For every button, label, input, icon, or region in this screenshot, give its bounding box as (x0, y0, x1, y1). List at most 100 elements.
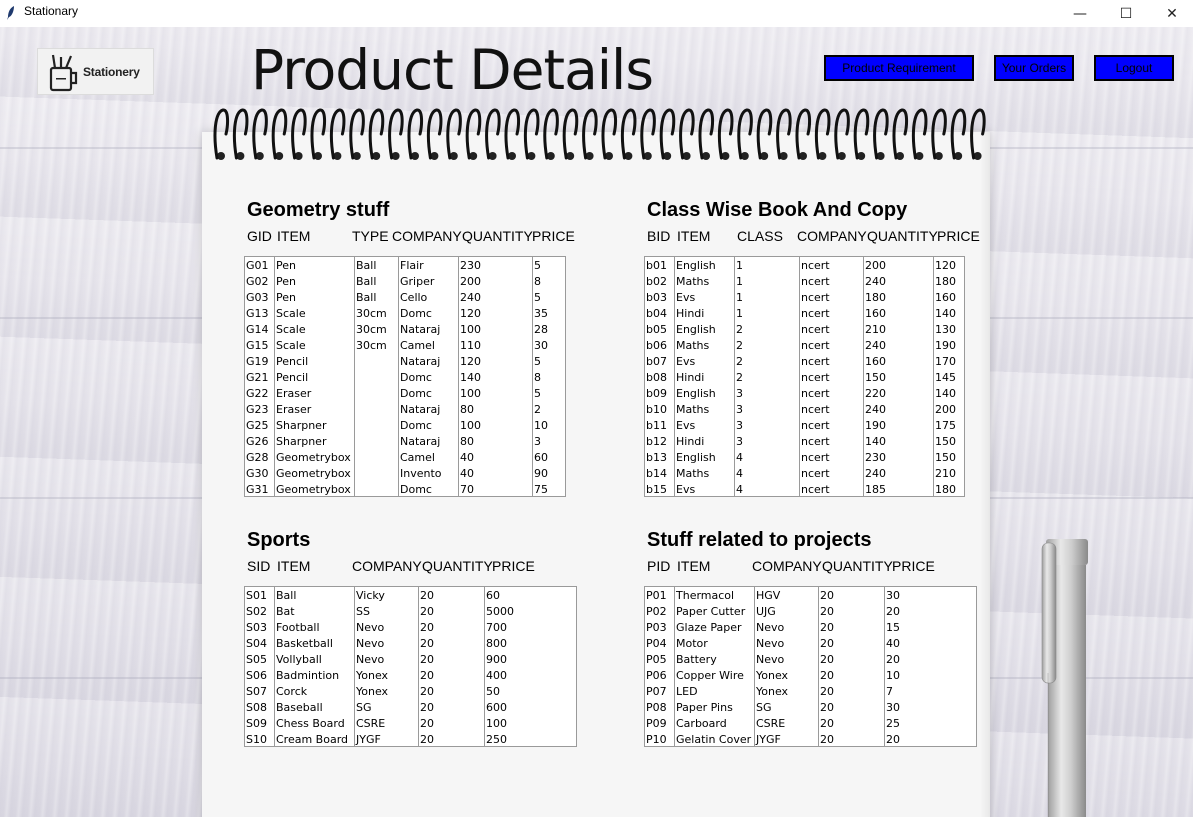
table-cell[interactable]: b02 (645, 274, 674, 290)
table-cell[interactable]: b08 (645, 370, 674, 386)
table-cell[interactable]: S07 (245, 684, 274, 700)
table-cell[interactable]: Eraser (275, 402, 354, 418)
table-cell[interactable]: SS (355, 604, 418, 620)
table-cell[interactable]: 50 (485, 684, 576, 700)
table-cell[interactable]: Nevo (755, 620, 818, 636)
table-cell[interactable]: English (675, 386, 734, 402)
your-orders-button[interactable]: Your Orders (994, 55, 1074, 81)
table-cell[interactable]: b05 (645, 322, 674, 338)
table-cell[interactable]: Scale (275, 322, 354, 338)
table-cell[interactable]: G23 (245, 402, 274, 418)
table-cell[interactable]: S02 (245, 604, 274, 620)
table-cell[interactable]: 100 (459, 322, 532, 338)
table-cell[interactable]: Nataraj (399, 402, 458, 418)
table-cell[interactable]: ncert (800, 386, 863, 402)
table-cell[interactable]: 10 (533, 418, 565, 434)
table-cell[interactable]: b03 (645, 290, 674, 306)
table-cell[interactable]: Domc (399, 370, 458, 386)
table-cell[interactable]: 250 (485, 732, 576, 746)
table-cell[interactable]: 900 (485, 652, 576, 668)
table-cell[interactable]: G15 (245, 338, 274, 354)
table-cell[interactable]: 130 (934, 322, 964, 338)
table-cell[interactable]: 80 (459, 402, 532, 418)
projects-column-4[interactable]: 30 20 15 40 20 10 7 30 25 20 (884, 586, 977, 747)
table-cell[interactable]: 30cm (355, 338, 398, 354)
table-cell[interactable]: 35 (533, 306, 565, 322)
table-cell[interactable]: 140 (934, 386, 964, 402)
table-cell[interactable]: 20 (419, 684, 484, 700)
table-cell[interactable]: ncert (800, 434, 863, 450)
close-button[interactable]: ✕ (1149, 0, 1193, 27)
table-cell[interactable]: 190 (934, 338, 964, 354)
sports-column-2[interactable]: Vicky SS Nevo Nevo Nevo Yonex Yonex SG CSRE JYGF (354, 586, 418, 747)
table-cell[interactable]: Evs (675, 418, 734, 434)
table-cell[interactable]: 20 (819, 732, 884, 746)
table-cell[interactable]: b06 (645, 338, 674, 354)
table-cell[interactable]: 1 (735, 290, 799, 306)
table-cell[interactable]: 3 (735, 402, 799, 418)
table-cell[interactable]: Camel (399, 338, 458, 354)
table-cell[interactable]: 600 (485, 700, 576, 716)
table-cell[interactable]: P07 (645, 684, 674, 700)
table-cell[interactable]: ncert (800, 418, 863, 434)
table-cell[interactable]: Domc (399, 482, 458, 496)
table-cell[interactable]: 1 (735, 274, 799, 290)
table-cell[interactable]: ncert (800, 322, 863, 338)
maximize-button[interactable]: ☐ (1103, 0, 1149, 27)
table-cell[interactable]: 3 (735, 418, 799, 434)
table-cell[interactable]: Evs (675, 482, 734, 496)
table-cell[interactable]: 20 (885, 732, 976, 746)
sports-column-0[interactable]: S01 S02 S03 S04 S05 S06 S07 S08 S09 S10 (244, 586, 274, 747)
table-cell[interactable]: P09 (645, 716, 674, 732)
table-cell[interactable]: Yonex (355, 668, 418, 684)
geometry-column-1[interactable]: Pen Pen Pen Scale Scale Scale Pencil Pencil Eras… (274, 256, 354, 497)
table-cell[interactable]: English (675, 258, 734, 274)
table-cell[interactable]: 70 (459, 482, 532, 496)
table-cell[interactable]: G28 (245, 450, 274, 466)
table-cell[interactable]: Carboard (675, 716, 754, 732)
table-cell[interactable]: Baseball (275, 700, 354, 716)
table-cell[interactable]: 185 (864, 482, 933, 496)
table-cell[interactable]: Domc (399, 386, 458, 402)
table-cell[interactable]: 20 (819, 668, 884, 684)
table-cell[interactable]: 200 (934, 402, 964, 418)
table-cell[interactable]: 3 (735, 434, 799, 450)
sports-column-3[interactable]: 20 20 20 20 20 20 20 20 20 20 (418, 586, 484, 747)
table-cell[interactable]: Sharpner (275, 418, 354, 434)
table-cell[interactable]: 240 (864, 402, 933, 418)
table-cell[interactable]: b04 (645, 306, 674, 322)
table-cell[interactable]: S01 (245, 588, 274, 604)
table-cell[interactable]: b14 (645, 466, 674, 482)
table-cell[interactable]: Scale (275, 306, 354, 322)
table-cell[interactable]: 4 (735, 482, 799, 496)
table-cell[interactable]: S03 (245, 620, 274, 636)
table-cell[interactable]: Invento (399, 466, 458, 482)
table-cell[interactable]: 120 (459, 354, 532, 370)
table-cell[interactable]: 100 (459, 386, 532, 402)
table-cell[interactable]: 240 (459, 290, 532, 306)
table-cell[interactable]: 2 (735, 322, 799, 338)
table-cell[interactable]: 150 (934, 450, 964, 466)
geometry-column-4[interactable]: 230 200 240 120 100 110 120 140 100 80 100 80 40 40 70 (458, 256, 532, 497)
table-cell[interactable]: 145 (934, 370, 964, 386)
table-cell[interactable]: 5 (533, 258, 565, 274)
table-cell[interactable]: 3 (735, 386, 799, 402)
table-cell[interactable]: 3 (533, 434, 565, 450)
table-cell[interactable]: 100 (485, 716, 576, 732)
table-cell[interactable]: LED (675, 684, 754, 700)
table-cell[interactable]: Eraser (275, 386, 354, 402)
table-cell[interactable]: ncert (800, 466, 863, 482)
geometry-column-5[interactable]: 5 8 5 35 28 30 5 8 5 2 10 3 60 90 75 (532, 256, 566, 497)
table-cell[interactable]: 5 (533, 386, 565, 402)
table-cell[interactable]: 15 (885, 620, 976, 636)
table-cell[interactable]: Ball (355, 274, 398, 290)
table-cell[interactable]: 20 (419, 652, 484, 668)
table-cell[interactable]: Geometrybox (275, 482, 354, 496)
table-cell[interactable]: Nevo (755, 652, 818, 668)
table-cell[interactable]: Nevo (355, 636, 418, 652)
table-cell[interactable]: Paper Pins (675, 700, 754, 716)
table-cell[interactable]: ncert (800, 450, 863, 466)
table-cell[interactable]: 30 (885, 588, 976, 604)
logout-button[interactable]: Logout (1094, 55, 1174, 81)
table-cell[interactable] (355, 386, 398, 402)
